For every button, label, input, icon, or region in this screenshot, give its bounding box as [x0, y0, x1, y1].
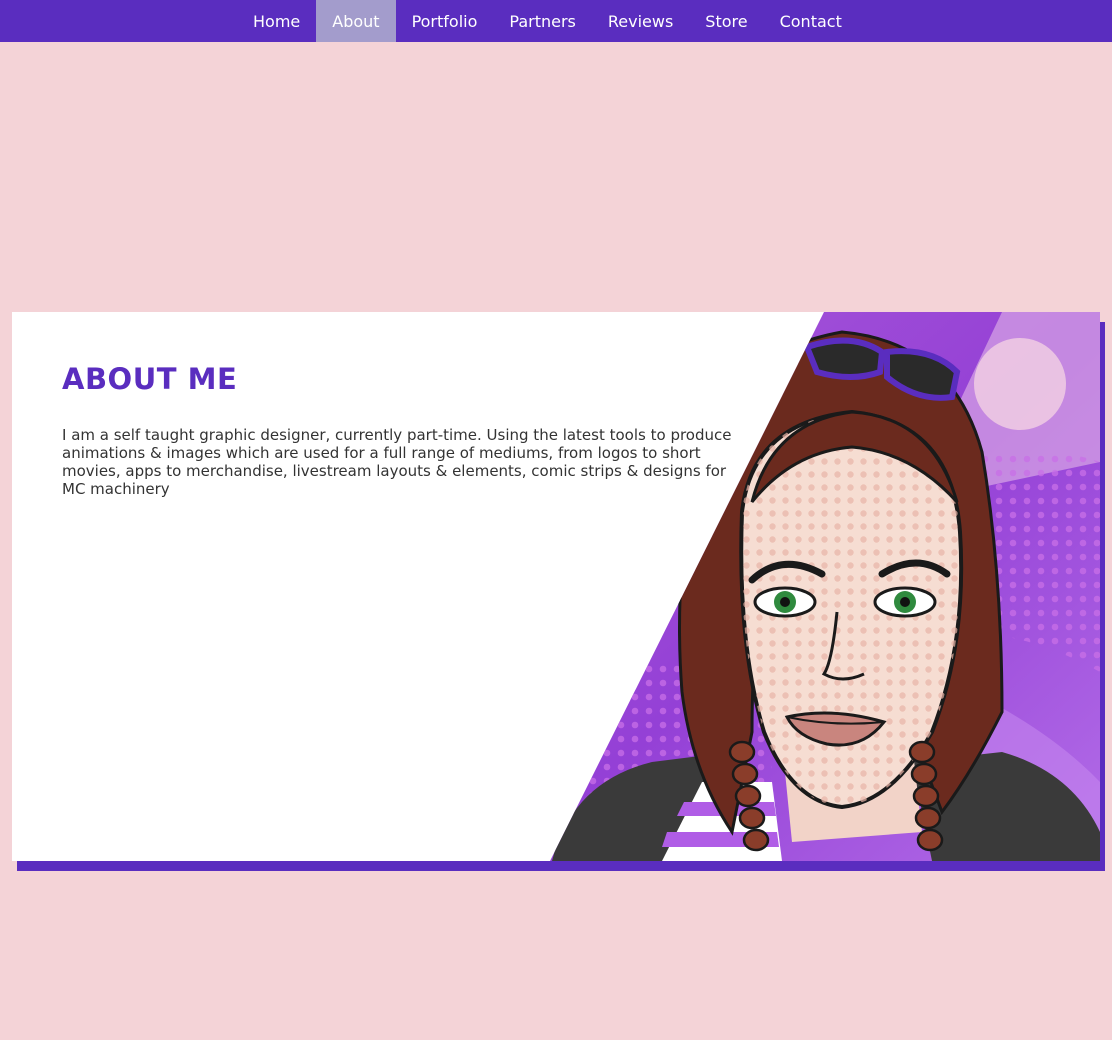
nav-item-contact[interactable]: Contact — [764, 0, 858, 42]
nav-item-about[interactable]: About — [316, 0, 396, 42]
nav-item-portfolio[interactable]: Portfolio — [396, 0, 494, 42]
cartoon-portrait-illustration — [550, 312, 1100, 861]
nav-item-reviews[interactable]: Reviews — [592, 0, 689, 42]
top-navbar: Home About Portfolio Partners Reviews St… — [0, 0, 1112, 42]
nav-item-store[interactable]: Store — [689, 0, 763, 42]
nav-item-partners[interactable]: Partners — [493, 0, 591, 42]
nav-menu: Home About Portfolio Partners Reviews St… — [237, 0, 858, 42]
about-card: ABOUT ME I am a self taught graphic desi… — [12, 312, 1100, 861]
nav-item-home[interactable]: Home — [237, 0, 316, 42]
